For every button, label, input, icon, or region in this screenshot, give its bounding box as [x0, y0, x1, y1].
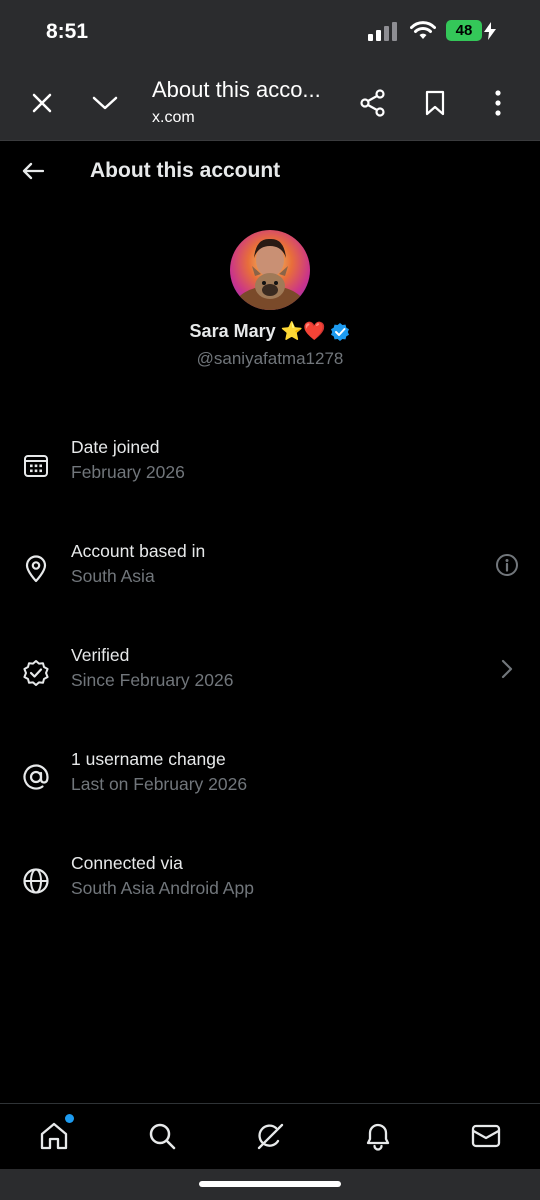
row-value: South Asia [71, 566, 155, 586]
info-button[interactable] [494, 552, 520, 578]
profile-name: Sara Mary [189, 321, 276, 341]
globe-icon [20, 865, 52, 897]
row-connected-via: Connected via South Asia Android App [0, 853, 540, 933]
chevron-right-icon [494, 656, 520, 682]
status-icons: 48 [368, 20, 496, 41]
row-verified[interactable]: Verified Since February 2026 [0, 645, 540, 725]
row-label: Connected via [71, 853, 183, 873]
status-time: 8:51 [46, 20, 89, 43]
more-options-button[interactable] [481, 86, 515, 120]
bookmark-button[interactable] [418, 86, 452, 120]
row-label: Date joined [71, 437, 160, 457]
signal-icon [368, 21, 397, 41]
row-label: Account based in [71, 541, 206, 561]
at-sign-icon [20, 761, 52, 793]
nav-grok[interactable] [252, 1118, 288, 1154]
battery-level: 48 [446, 20, 482, 41]
home-indicator-area [0, 1169, 540, 1200]
chevron-down-icon [92, 96, 118, 110]
verified-badge-icon [331, 322, 350, 341]
profile-name-row: Sara Mary ⭐❤️ [0, 321, 540, 342]
info-icon [496, 554, 518, 576]
messages-icon [471, 1124, 501, 1148]
home-icon [40, 1122, 68, 1150]
back-arrow-icon [22, 162, 44, 180]
share-button[interactable] [356, 86, 390, 120]
grok-icon [257, 1123, 284, 1150]
wifi-icon [410, 20, 436, 39]
home-indicator[interactable] [199, 1181, 341, 1187]
nav-notifications[interactable] [360, 1118, 396, 1154]
nav-search[interactable] [144, 1118, 180, 1154]
row-label: Verified [71, 645, 130, 665]
status-bar: 8:51 48 [0, 0, 540, 66]
avatar-photo [234, 238, 306, 310]
share-icon [360, 89, 385, 117]
row-value: South Asia Android App [71, 878, 254, 898]
row-label: 1 username change [71, 749, 226, 769]
row-account-based-in: Account based in South Asia [0, 541, 540, 621]
more-vertical-icon [495, 90, 501, 116]
charging-bolt-icon [484, 21, 496, 40]
close-button[interactable] [25, 86, 59, 120]
search-icon [149, 1123, 176, 1150]
close-icon [32, 93, 52, 113]
row-value: February 2026 [71, 462, 185, 482]
page-header: About this account [0, 141, 540, 201]
browser-toolbar: About this acco... x.com [0, 66, 540, 141]
battery-indicator: 48 [446, 20, 496, 41]
page-title: About this account [90, 159, 281, 182]
bottom-nav [0, 1103, 540, 1169]
browser-page-title: About this acco... [152, 77, 321, 102]
profile-handle: @saniyafatma1278 [196, 349, 344, 368]
calendar-icon [20, 449, 52, 481]
notification-dot [65, 1114, 74, 1123]
verified-badge-icon [20, 657, 52, 689]
minimize-button[interactable] [88, 86, 122, 120]
row-username-change: 1 username change Last on February 2026 [0, 749, 540, 829]
bookmark-icon [425, 90, 445, 116]
back-button[interactable] [18, 156, 48, 186]
location-pin-icon [20, 553, 52, 585]
nav-home[interactable] [36, 1114, 74, 1154]
browser-url: x.com [152, 109, 195, 126]
row-date-joined: Date joined February 2026 [0, 437, 540, 517]
nav-messages[interactable] [468, 1118, 504, 1154]
row-value: Last on February 2026 [71, 774, 248, 794]
avatar[interactable] [230, 230, 310, 310]
notifications-icon [366, 1123, 390, 1151]
row-value: Since February 2026 [71, 670, 234, 690]
profile-emoji: ⭐❤️ [280, 321, 326, 341]
